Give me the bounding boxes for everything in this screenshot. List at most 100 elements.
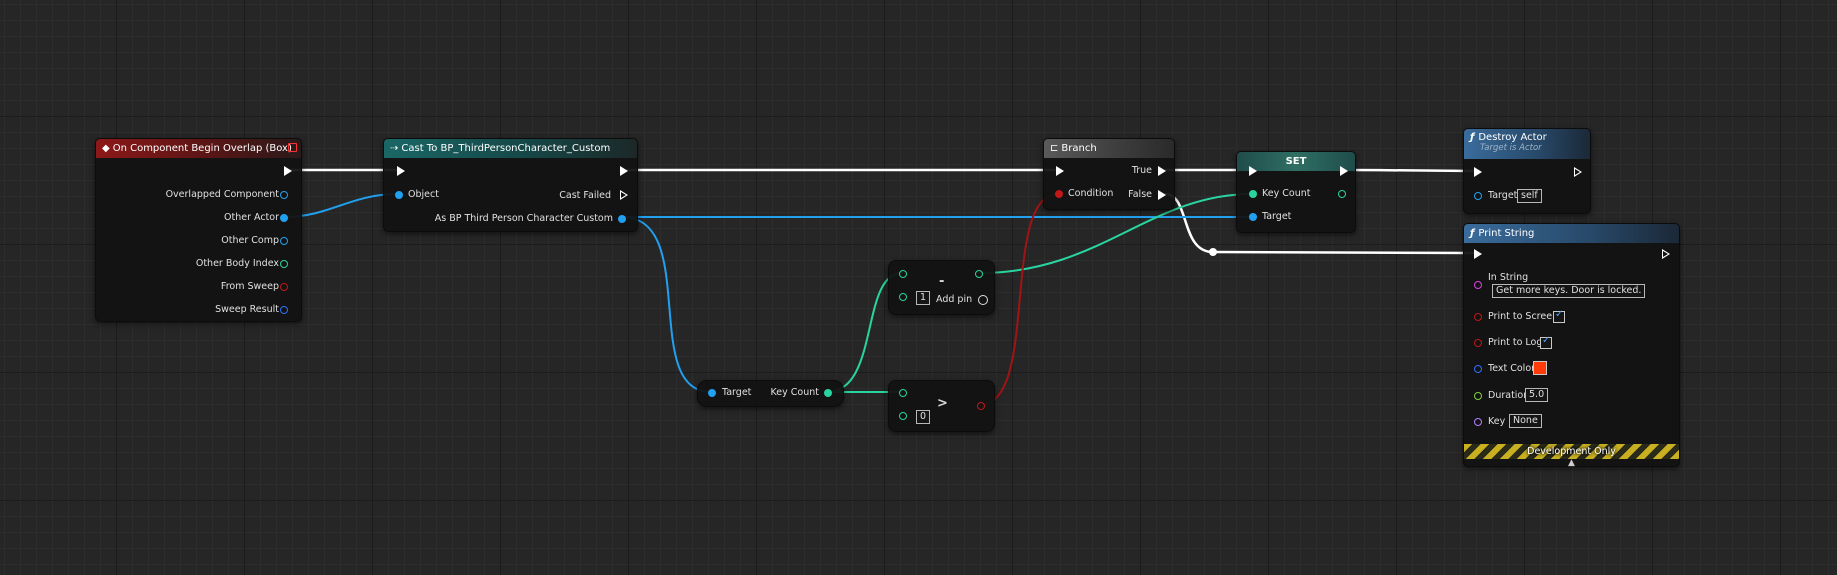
- branch-node[interactable]: ⊏ Branch True Condition False: [1043, 138, 1175, 210]
- keycount-input-label: Key Count: [1262, 188, 1311, 199]
- other-body-index-pin[interactable]: [280, 260, 288, 268]
- branch-node-title: Branch: [1061, 143, 1097, 154]
- false-label: False: [1128, 189, 1152, 200]
- subtract-input-b-value[interactable]: 1: [916, 291, 931, 305]
- exec-out-pin[interactable]: [620, 166, 628, 176]
- print-to-log-pin[interactable]: [1474, 339, 1482, 347]
- text-color-swatch[interactable]: [1533, 361, 1547, 375]
- greater-input-b-pin[interactable]: [899, 412, 907, 420]
- exec-out-pin[interactable]: [1662, 249, 1670, 259]
- add-pin-icon[interactable]: [978, 295, 988, 305]
- object-pin[interactable]: [395, 191, 403, 199]
- key-value[interactable]: None: [1509, 414, 1542, 428]
- greater-input-a-pin[interactable]: [899, 389, 907, 397]
- greater-input-b-value[interactable]: 0: [916, 410, 931, 424]
- key-label: Key: [1488, 416, 1506, 427]
- duration-pin[interactable]: [1474, 392, 1482, 400]
- development-only-banner: Development Only: [1464, 444, 1679, 459]
- pin-label-overlapped-component: Overlapped Component: [165, 189, 279, 200]
- other-actor-pin[interactable]: [280, 214, 288, 222]
- print-to-screen-label: Print to Screen: [1488, 311, 1559, 322]
- cast-node-header[interactable]: ⇢ Cast To BP_ThirdPersonCharacter_Custom: [384, 139, 637, 158]
- object-wire-as-character-to-getter[interactable]: [621, 216, 712, 393]
- collapse-caret-icon[interactable]: ▲: [1464, 458, 1679, 468]
- in-string-label: In String: [1488, 272, 1529, 283]
- object-pin-label: Object: [408, 189, 439, 200]
- reroute-knot[interactable]: [1209, 248, 1217, 256]
- keycount-output-label: Key Count: [770, 387, 819, 398]
- true-exec-pin[interactable]: [1158, 166, 1166, 176]
- diamond-event-icon: ◆: [102, 143, 110, 154]
- target-label: Target: [1488, 190, 1518, 201]
- key-pin[interactable]: [1474, 418, 1482, 426]
- greater-symbol: >: [937, 396, 948, 411]
- cast-arrows-icon: ⇢: [390, 143, 399, 154]
- exec-in-pin[interactable]: [1056, 166, 1064, 176]
- exec-in-pin[interactable]: [397, 166, 405, 176]
- event-node-title: On Component Begin Overlap (Box): [112, 143, 292, 154]
- function-f-icon: ƒ: [1470, 132, 1475, 143]
- cast-node-title: Cast To BP_ThirdPersonCharacter_Custom: [401, 143, 611, 154]
- sweep-result-pin[interactable]: [280, 306, 288, 314]
- overlapped-component-pin[interactable]: [280, 191, 288, 199]
- target-pin[interactable]: [708, 389, 716, 397]
- exec-in-pin[interactable]: [1474, 167, 1482, 177]
- in-string-value[interactable]: Get more keys. Door is locked.: [1492, 284, 1646, 298]
- pin-label-from-sweep: From Sweep: [220, 281, 279, 292]
- exec-in-pin[interactable]: [1249, 166, 1257, 176]
- destroy-actor-header[interactable]: ƒ Destroy Actor Target is Actor: [1464, 129, 1590, 159]
- add-pin-label[interactable]: Add pin: [936, 294, 972, 306]
- target-pin-label: Target: [722, 387, 752, 398]
- destroy-actor-subtitle: Target is Actor: [1480, 143, 1542, 153]
- keycount-output-pin[interactable]: [824, 389, 832, 397]
- event-node-header[interactable]: ◆ On Component Begin Overlap (Box): [96, 139, 301, 158]
- target-label: Target: [1262, 211, 1292, 222]
- other-comp-pin[interactable]: [280, 237, 288, 245]
- delegate-pin-icon[interactable]: [288, 143, 297, 152]
- text-color-pin[interactable]: [1474, 365, 1482, 373]
- print-string-title: Print String: [1478, 228, 1535, 239]
- greater-output-pin[interactable]: [977, 402, 985, 410]
- pin-label-other-comp: Other Comp: [221, 235, 279, 246]
- greater-node[interactable]: > 0: [888, 380, 995, 432]
- target-self-value[interactable]: self: [1517, 189, 1542, 203]
- exec-out-pin[interactable]: [1574, 167, 1582, 177]
- subtract-input-a-pin[interactable]: [899, 270, 907, 278]
- target-pin[interactable]: [1249, 213, 1257, 221]
- destroy-actor-node[interactable]: ƒ Destroy Actor Target is Actor Target se…: [1463, 128, 1591, 214]
- subtract-output-pin[interactable]: [975, 270, 983, 278]
- keycount-input-pin[interactable]: [1249, 190, 1257, 198]
- event-node-component-begin-overlap[interactable]: ◆ On Component Begin Overlap (Box) Overla…: [95, 138, 302, 322]
- print-string-header[interactable]: ƒ Print String: [1464, 224, 1679, 243]
- cast-failed-exec-pin[interactable]: [620, 190, 628, 200]
- exec-out-pin[interactable]: [1340, 166, 1348, 176]
- keycount-getter-node[interactable]: Target Key Count: [697, 380, 844, 407]
- text-color-label: Text Color: [1488, 363, 1536, 374]
- branch-node-header[interactable]: ⊏ Branch: [1044, 139, 1174, 158]
- duration-value[interactable]: 5.0: [1525, 388, 1549, 402]
- cast-failed-label: Cast Failed: [559, 190, 611, 201]
- set-node[interactable]: SET Key Count Target: [1236, 151, 1356, 233]
- print-to-log-label: Print to Log: [1488, 337, 1543, 348]
- subtract-input-b-pin[interactable]: [899, 293, 907, 301]
- print-to-screen-pin[interactable]: [1474, 313, 1482, 321]
- in-string-pin[interactable]: [1474, 281, 1482, 289]
- print-string-node[interactable]: ƒ Print String In String Get more keys. D…: [1463, 223, 1680, 468]
- exec-wire-set-to-destroy[interactable]: [1343, 168, 1477, 173]
- keycount-output-pin[interactable]: [1338, 190, 1346, 198]
- exec-out-pin[interactable]: [284, 166, 292, 176]
- condition-pin[interactable]: [1055, 190, 1063, 198]
- function-f-icon: ƒ: [1470, 228, 1475, 239]
- print-to-screen-checkbox[interactable]: [1553, 309, 1565, 323]
- duration-label: Duration: [1488, 390, 1530, 401]
- print-to-log-checkbox[interactable]: [1540, 335, 1552, 349]
- from-sweep-pin[interactable]: [280, 283, 288, 291]
- true-label: True: [1131, 165, 1152, 176]
- exec-in-pin[interactable]: [1474, 249, 1482, 259]
- target-pin[interactable]: [1474, 192, 1482, 200]
- as-character-pin[interactable]: [618, 215, 626, 223]
- subtract-node[interactable]: - 1 Add pin: [888, 260, 995, 315]
- pin-label-sweep-result: Sweep Result: [215, 304, 279, 315]
- cast-node[interactable]: ⇢ Cast To BP_ThirdPersonCharacter_Custom …: [383, 138, 638, 232]
- false-exec-pin[interactable]: [1158, 190, 1166, 200]
